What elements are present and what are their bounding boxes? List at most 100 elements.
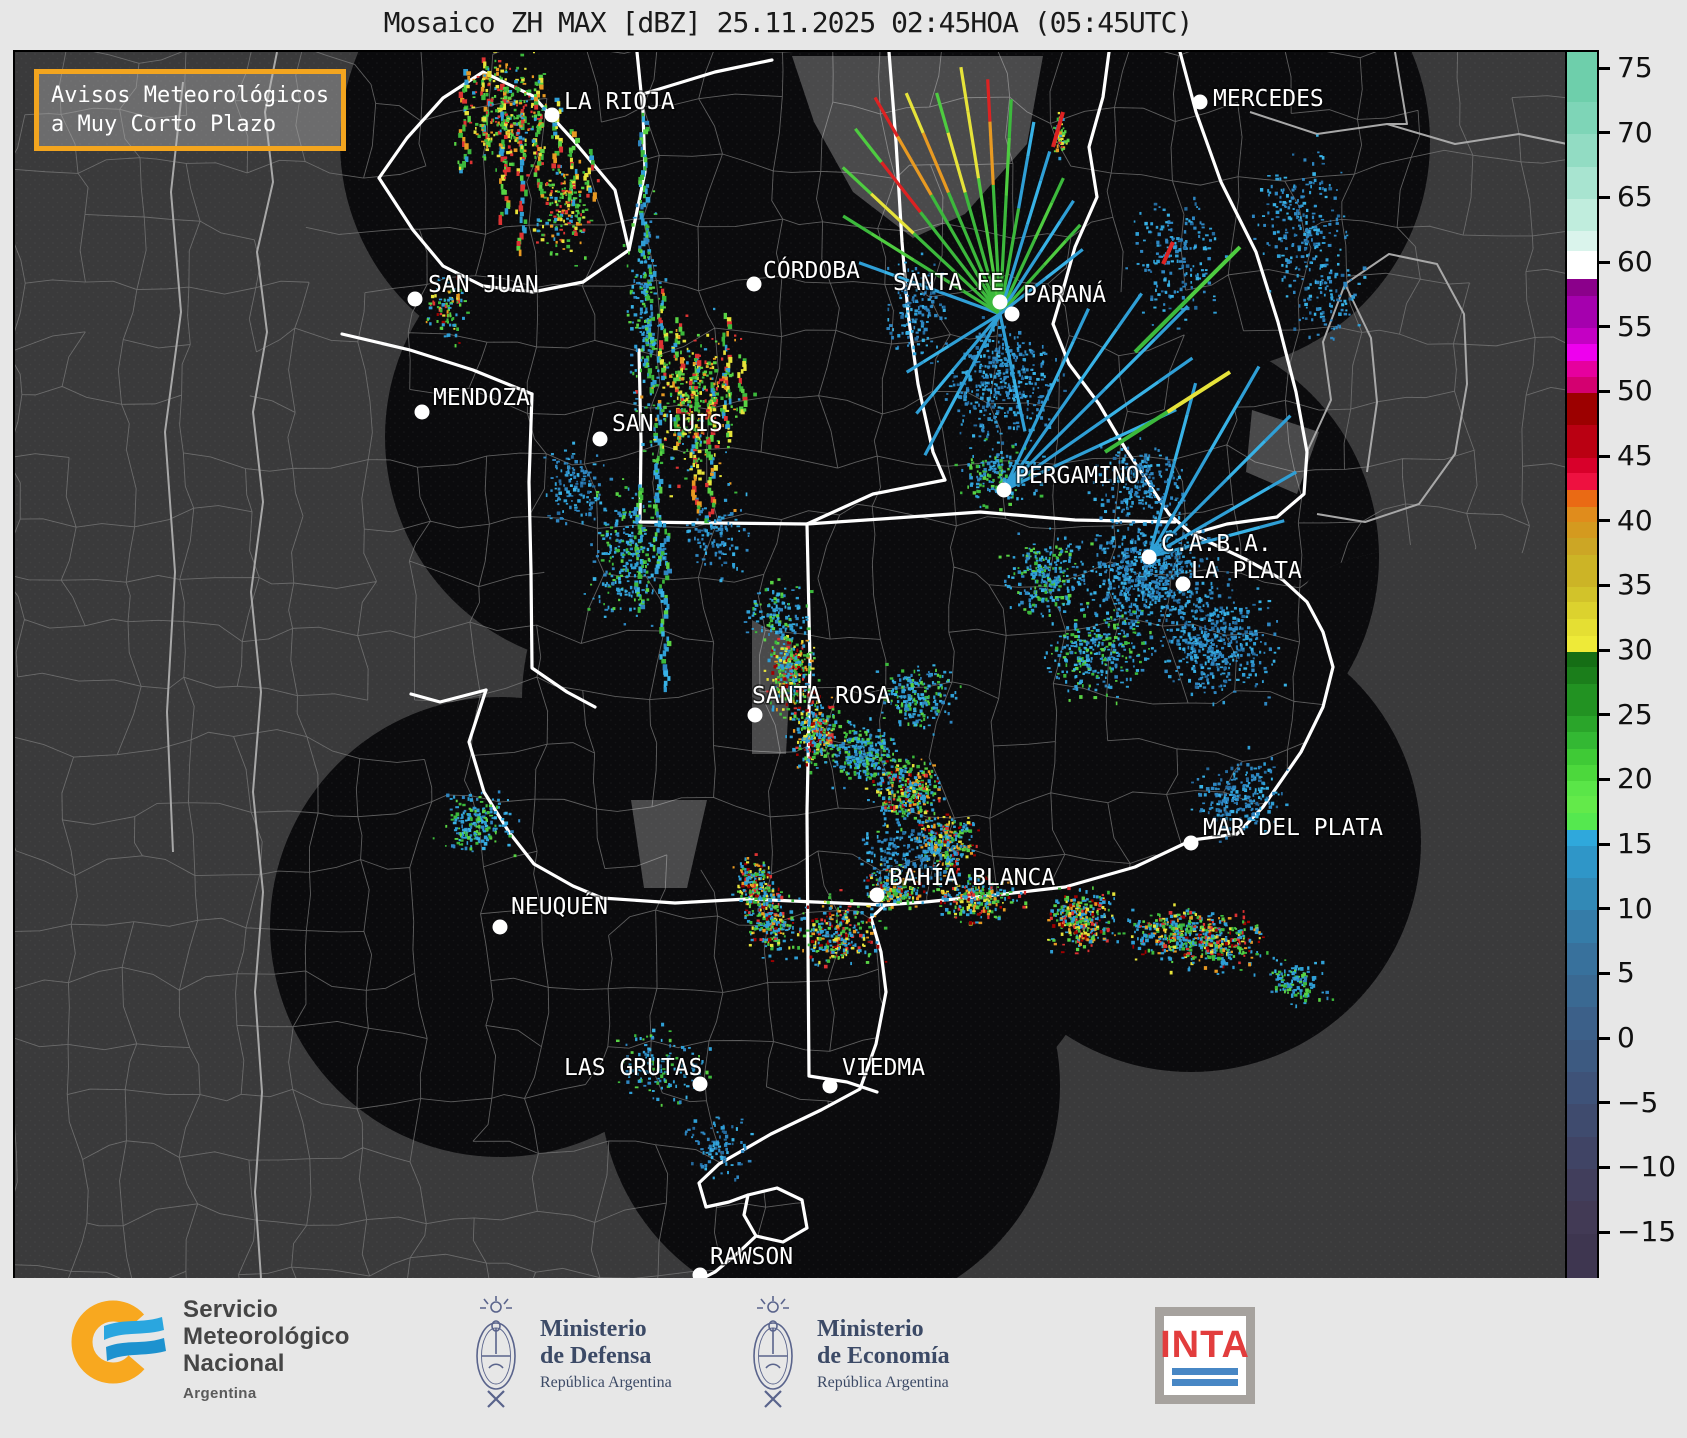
colorbar-tick-label: −10 [1617, 1150, 1677, 1184]
ministry-subline: República Argentina [540, 1374, 672, 1391]
colorbar-segment [1567, 473, 1597, 491]
colorbar-tick-label: 5 [1617, 956, 1635, 990]
city-mercedes: MERCEDES [1192, 85, 1325, 114]
city-label: CÓRDOBA [763, 256, 860, 284]
ministry-line: Ministerio [817, 1316, 924, 1342]
colorbar-tick [1599, 1036, 1610, 1040]
colorbar-tick-label: 20 [1617, 762, 1653, 796]
inta-bar [1172, 1367, 1238, 1375]
colorbar-segment [1567, 328, 1597, 345]
smn-line: Argentina [183, 1385, 257, 1402]
colorbar-segment [1567, 554, 1597, 588]
colorbar-tick-label: −15 [1617, 1215, 1677, 1249]
smn-logo-text: Servicio Meteorológico Nacional Argentin… [183, 1296, 350, 1407]
colorbar-tick-label: 70 [1617, 115, 1653, 149]
colorbar-segment [1567, 1233, 1597, 1278]
inta-logo: INTA [1155, 1307, 1255, 1404]
colorbar-segment [1567, 796, 1597, 815]
colorbar-tick-label: 45 [1617, 439, 1653, 473]
colorbar-segment [1567, 1168, 1597, 1203]
colorbar-segment [1567, 231, 1597, 252]
city-label: MAR DEL PLATA [1203, 815, 1383, 841]
colorbar-segment [1567, 636, 1597, 653]
city-label: SAN LUIS [612, 411, 723, 437]
city-label: SANTA FE [893, 270, 1004, 296]
colorbar-tick-label: 55 [1617, 309, 1653, 343]
colorbar-tick [1599, 519, 1610, 523]
ministerio-economia-text: Ministerio de Economía República Argenti… [817, 1316, 950, 1392]
colorbar-segment [1567, 343, 1597, 362]
colorbar-segment [1567, 198, 1597, 233]
colorbar-tick [1599, 713, 1610, 717]
colorbar-segment [1567, 748, 1597, 767]
colorbar-tick [1599, 389, 1610, 393]
smn-line: Nacional [183, 1350, 285, 1377]
colorbar-segment [1567, 392, 1597, 427]
colorbar-segment [1567, 506, 1597, 524]
city-label: SAN JUAN [428, 272, 539, 298]
colorbar-tick [1599, 1101, 1610, 1105]
advisory-box: Avisos Meteorológicos a Muy Corto Plazo [34, 69, 347, 151]
colorbar-segment [1567, 716, 1597, 733]
colorbar-segment [1567, 1104, 1597, 1138]
advisory-line-1: Avisos Meteorológicos [51, 83, 330, 108]
colorbar-segment [1567, 101, 1597, 136]
coat-of-arms-defensa-icon [476, 1296, 516, 1408]
colorbar-segment [1567, 295, 1597, 330]
colorbar-segment [1567, 586, 1597, 604]
inta-bar [1172, 1378, 1238, 1386]
colorbar-segment [1567, 974, 1597, 1009]
city-label: LAS GRUTAS [564, 1055, 702, 1081]
city-label: LA PLATA [1191, 558, 1302, 584]
colorbar-segment [1567, 166, 1597, 200]
colorbar-segment [1567, 360, 1597, 379]
colorbar-tick-label: 75 [1617, 51, 1653, 85]
colorbar-tick-label: 35 [1617, 568, 1653, 602]
colorbar-tick [1599, 1230, 1610, 1234]
colorbar-segment [1567, 52, 1597, 103]
colorbar-tick-label: 40 [1617, 503, 1653, 537]
colorbar-tick [1599, 648, 1610, 652]
smn-line: Meteorológico [183, 1323, 350, 1350]
colorbar-tick-label: 50 [1617, 374, 1653, 408]
colorbar: 75 70 65 60 55 50 45 40 35 30 25 20 15 10 5 0 −5 −10 −15 [1565, 50, 1687, 1280]
smn-logo-icon [71, 1300, 166, 1384]
colorbar-tick [1599, 583, 1610, 587]
colorbar-segment [1567, 457, 1597, 475]
colorbar-segment [1567, 910, 1597, 944]
colorbar-tick [1599, 1165, 1610, 1169]
city-label: VIEDMA [842, 1055, 925, 1081]
city-label: MERCEDES [1213, 86, 1324, 112]
colorbar-segment [1567, 250, 1597, 281]
city-label: MENDOZA [433, 385, 530, 411]
colorbar-segment [1567, 1007, 1597, 1041]
colorbar-tick-label: 0 [1617, 1021, 1635, 1055]
city-label: BAHÍA BLANCA [889, 863, 1055, 891]
colorbar-segment [1567, 1136, 1597, 1170]
colorbar-tick-label: −5 [1617, 1085, 1659, 1119]
colorbar-tick [1599, 777, 1610, 781]
colorbar-segment [1567, 602, 1597, 621]
colorbar-segment [1567, 765, 1597, 782]
colorbar-segment [1567, 377, 1597, 394]
colorbar-segment [1567, 489, 1597, 508]
colorbar-segment [1567, 425, 1597, 459]
city-label: SANTA ROSA [752, 683, 891, 709]
ministry-subline: República Argentina [817, 1374, 949, 1391]
ministry-line: Ministerio [540, 1316, 647, 1342]
city-label: C.A.B.A. [1161, 531, 1272, 557]
inta-logo-text: INTA [1160, 1323, 1250, 1366]
ministry-line: de Defensa [540, 1343, 652, 1369]
colorbar-segment [1567, 731, 1597, 750]
colorbar-segment [1567, 667, 1597, 685]
colorbar-segment [1567, 1039, 1597, 1073]
colorbar-segment [1567, 1201, 1597, 1235]
colorbar-tick-label: 25 [1617, 697, 1653, 731]
ministry-line: de Economía [817, 1343, 950, 1369]
colorbar-segment [1567, 619, 1597, 638]
colorbar-tick [1599, 66, 1610, 70]
colorbar-tick [1599, 131, 1610, 135]
colorbar-tick-label: 65 [1617, 180, 1653, 214]
colorbar-gradient [1565, 50, 1599, 1280]
advisory-line-2: a Muy Corto Plazo [51, 112, 277, 137]
